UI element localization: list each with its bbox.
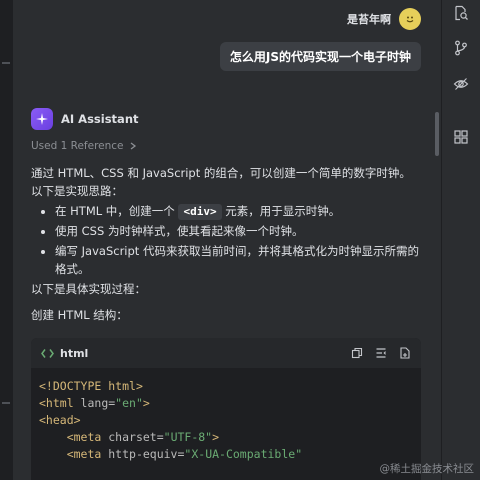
step-label: 创建 HTML 结构： [31, 308, 128, 322]
left-edge-strip [0, 0, 13, 480]
avatar[interactable] [399, 8, 421, 30]
list-item: 在 HTML 中，创建一个 <div> 元素，用于显示时钟。 [55, 202, 425, 220]
code-language-label: html [60, 346, 89, 360]
code-token: lang= [80, 396, 116, 410]
code-token: "en" [115, 396, 143, 410]
intro-line-2: 以下是实现思路： [31, 184, 123, 198]
chevron-right-icon [130, 142, 136, 150]
code-token: <html [39, 396, 81, 410]
code-brackets-icon [41, 348, 54, 358]
git-branch-icon[interactable] [452, 39, 470, 57]
code-token: <meta [66, 430, 109, 444]
code-token: <!DOCTYPE [39, 379, 109, 393]
code-token: <head> [39, 413, 81, 427]
reference-toggle[interactable]: Used 1 Reference [31, 140, 138, 152]
assistant-name: AI Assistant [61, 112, 139, 126]
code-token: > [135, 379, 143, 393]
assistant-header: AI Assistant [31, 108, 139, 130]
scrollbar-thumb[interactable] [435, 112, 439, 156]
code-line: <!DOCTYPE html> [39, 379, 143, 393]
intro-line-1: 通过 HTML、CSS 和 JavaScript 的组合，可以创建一个简单的数字… [31, 166, 411, 180]
bullet-text: 元素，用于显示时钟。 [221, 204, 341, 218]
search-file-icon[interactable] [452, 4, 470, 22]
code-header: html [31, 338, 421, 368]
code-actions [351, 347, 411, 359]
left-strip-marker [2, 62, 10, 64]
user-message: 怎么用JS的代码实现一个电子时钟 [219, 42, 421, 71]
code-token: http-equiv= [108, 447, 185, 461]
chat-panel: 是苔年啊 怎么用JS的代码实现一个电子时钟 AI Assistant Used … [13, 0, 433, 480]
code-token: "UTF-8" [163, 430, 213, 444]
code-token: > [212, 430, 220, 444]
ai-assistant-logo-icon [31, 108, 53, 130]
bullet-text: 在 HTML 中，创建一个 [55, 204, 179, 218]
code-language: html [41, 347, 88, 360]
inline-code: <div> [178, 204, 222, 220]
bullet-list: 在 HTML 中，创建一个 <div> 元素，用于显示时钟。 使用 CSS 为时… [31, 202, 425, 278]
smiley-icon [406, 16, 414, 23]
code-token: "X-UA-Compatible" [184, 447, 303, 461]
scrollbar[interactable] [433, 0, 441, 480]
user-header: 是苔年啊 [347, 8, 421, 30]
process-label: 以下是具体实现过程： [31, 282, 146, 296]
code-token: > [142, 396, 150, 410]
code-body: <!DOCTYPE html> <html lang="en"> <head> … [31, 368, 421, 473]
assistant-message: 通过 HTML、CSS 和 JavaScript 的组合，可以创建一个简单的数字… [31, 164, 425, 324]
right-toolbar [441, 0, 480, 480]
code-line: <html lang="en"> [39, 396, 150, 410]
eye-icon[interactable] [452, 75, 470, 93]
list-item: 编写 JavaScript 代码来获取当前时间，并将其格式化为时钟显示所需的格式… [55, 242, 425, 278]
user-name: 是苔年啊 [347, 13, 391, 26]
list-item: 使用 CSS 为时钟样式，使其看起来像一个时钟。 [55, 222, 425, 240]
code-token: html [108, 379, 136, 393]
code-line: <meta http-equiv="X-UA-Compatible" [39, 447, 302, 461]
code-token: <meta [66, 447, 109, 461]
left-strip-marker [2, 402, 10, 404]
watermark: @稀土掘金技术社区 [379, 463, 475, 475]
grid-icon[interactable] [452, 128, 470, 146]
code-line: <meta charset="UTF-8"> [39, 430, 219, 444]
copy-icon[interactable] [351, 347, 363, 359]
code-block: html <!DOCTYPE html> <html lang="en"> <h… [31, 338, 421, 480]
insert-at-caret-icon[interactable] [375, 347, 387, 359]
reference-label: Used 1 Reference [31, 140, 124, 152]
new-file-icon[interactable] [399, 347, 411, 359]
code-line: <head> [39, 413, 81, 427]
code-token: charset= [108, 430, 164, 444]
